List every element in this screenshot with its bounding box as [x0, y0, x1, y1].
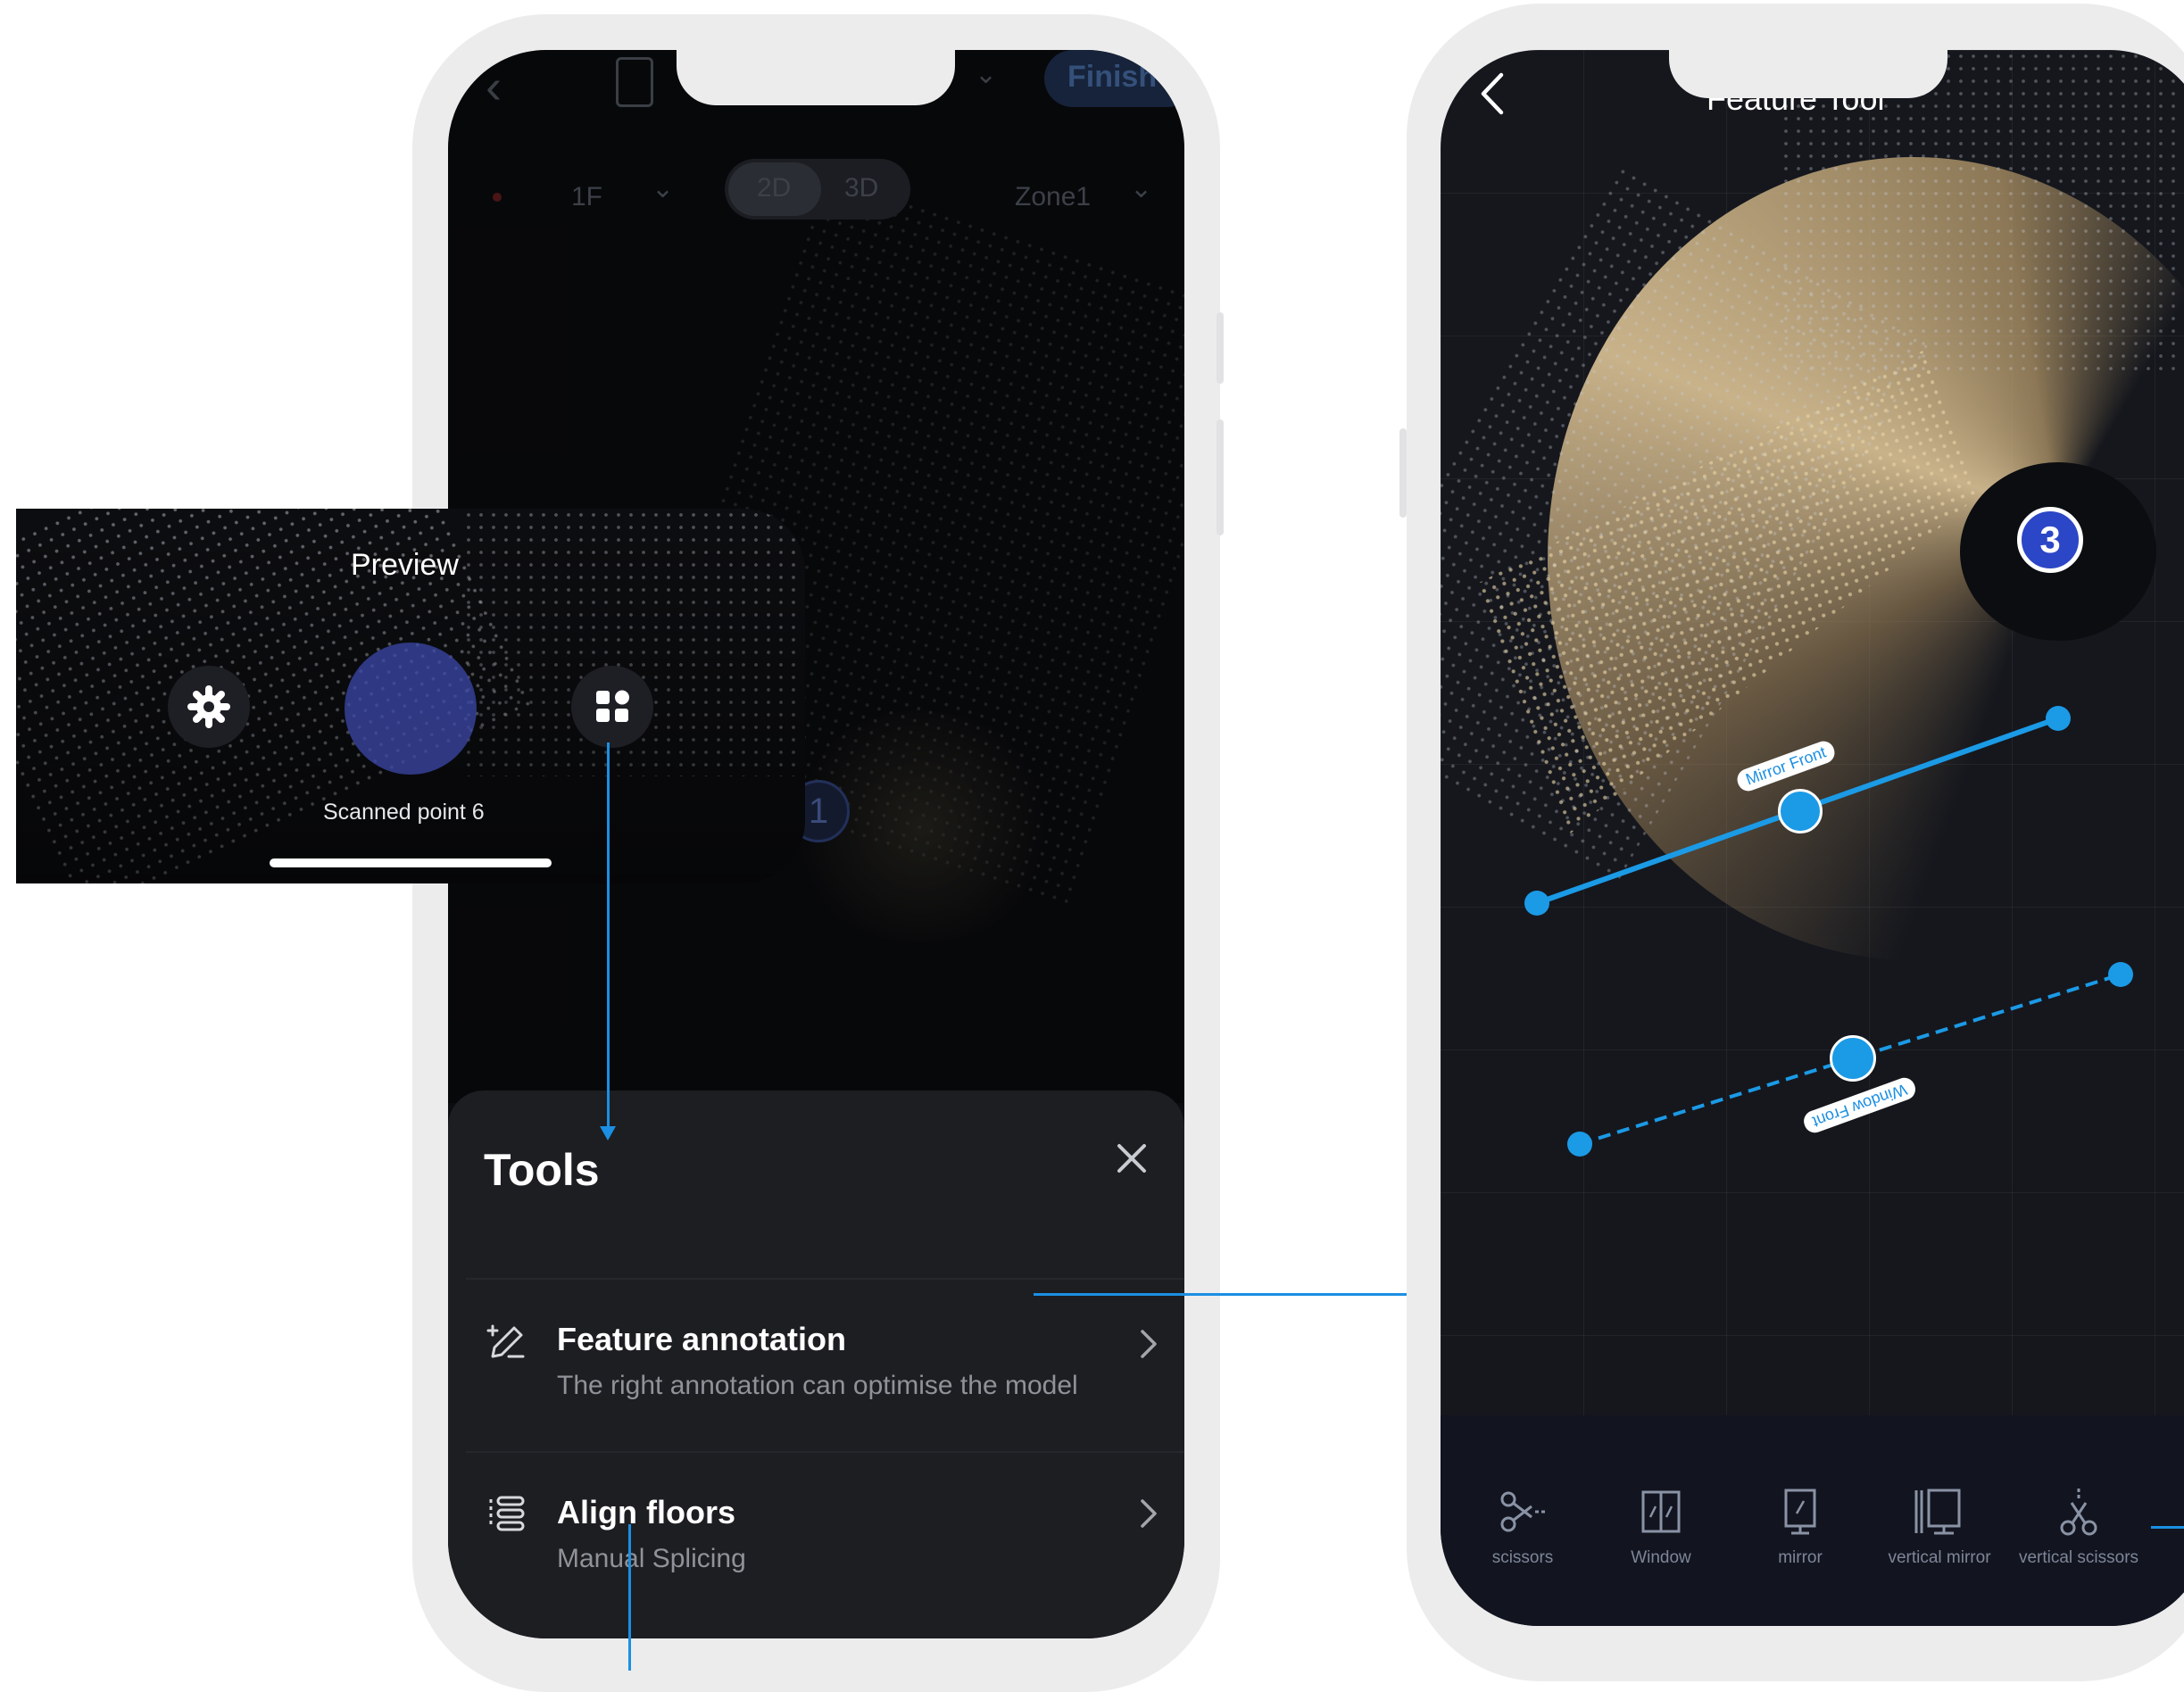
- tools-button[interactable]: [571, 666, 653, 748]
- tool-scissors[interactable]: scissors: [1447, 1487, 1599, 1568]
- battery-icon: [616, 57, 653, 107]
- feature-annotation-row[interactable]: Feature annotation The right annotation …: [448, 1280, 1184, 1451]
- view-2d-option[interactable]: 2D: [757, 173, 791, 203]
- feature-annotation-title: Feature annotation: [557, 1321, 847, 1357]
- align-floors-subtitle: Manual Splicing: [557, 1544, 746, 1573]
- connector-line: [607, 742, 610, 1135]
- tool-label: vertical mirror: [1888, 1548, 1991, 1567]
- feature-annotation-subtitle: The right annotation can optimise the mo…: [557, 1371, 1078, 1400]
- chevron-down-icon[interactable]: ⌄: [975, 59, 997, 90]
- mirror-annotation-icon[interactable]: [1778, 789, 1823, 834]
- preview-card: Preview Scanned point 6: [16, 509, 805, 883]
- settings-button[interactable]: [168, 666, 250, 748]
- mirror-icon: [1784, 1489, 1816, 1535]
- finish-button[interactable]: Finish: [1044, 50, 1184, 107]
- tool-label: Window: [1631, 1548, 1691, 1567]
- window-annotation-icon[interactable]: [1830, 1035, 1876, 1082]
- scanned-point-status: Scanned point 6: [323, 800, 485, 825]
- annotation-overlay: [1524, 706, 2133, 1157]
- connector-arrow: [600, 1126, 616, 1140]
- close-icon[interactable]: [1110, 1137, 1153, 1180]
- vertical-mirror-icon: [1914, 1489, 1961, 1535]
- gear-icon: [187, 685, 230, 728]
- phone-side-button: [1399, 428, 1407, 518]
- tool-vertical-mirror[interactable]: vertical mirror: [1864, 1487, 2015, 1568]
- tools-sheet: Tools Feature annotation The right annot…: [448, 1091, 1184, 1638]
- tool-label: mirror: [1778, 1548, 1823, 1567]
- scissors-icon: [1500, 1491, 1546, 1532]
- tool-vertical-scissors[interactable]: vertical scissors: [2003, 1487, 2155, 1568]
- tool-label: scissors: [1491, 1548, 1554, 1567]
- align-floors-title: Align floors: [557, 1494, 735, 1530]
- grid-apps-icon: [596, 690, 629, 722]
- tool-label: vertical scissors: [2018, 1548, 2139, 1567]
- back-chevron-icon[interactable]: ‹: [486, 59, 502, 114]
- pen-edit-icon: [486, 1321, 528, 1364]
- connector-line: [628, 1524, 631, 1671]
- view-mode-toggle[interactable]: 2D 3D: [725, 159, 910, 220]
- align-layers-icon: [486, 1492, 528, 1535]
- window-icon: [1641, 1490, 1681, 1533]
- preview-title: Preview: [351, 548, 459, 582]
- view-3d-option[interactable]: 3D: [844, 173, 878, 203]
- phone2-screen: 3 Mirror Front Window Front Feature Tool…: [1441, 50, 2184, 1626]
- connector-line: [2151, 1526, 2184, 1529]
- chevron-right-icon: [1135, 1496, 1162, 1531]
- phone-notch: [677, 50, 955, 105]
- tool-mirror[interactable]: mirror: [1724, 1487, 1876, 1568]
- back-chevron-icon[interactable]: [1476, 70, 1508, 118]
- vertical-scissors-icon: [2060, 1489, 2097, 1536]
- capture-button[interactable]: [345, 643, 477, 775]
- floor-select-chevron-icon[interactable]: ⌄: [652, 173, 674, 204]
- phone-side-button: [1217, 312, 1224, 384]
- chevron-right-icon: [1135, 1326, 1162, 1362]
- feature-toolbar: scissors Window mirror vertical mirror v…: [1441, 1415, 2184, 1626]
- phone-notch: [1669, 50, 1947, 98]
- tool-window[interactable]: Window: [1585, 1487, 1737, 1568]
- zone-select-chevron-icon[interactable]: ⌄: [1130, 173, 1152, 204]
- align-floors-row[interactable]: Align floors Manual Splicing: [448, 1453, 1184, 1624]
- phone-side-button: [1217, 419, 1224, 535]
- status-dot: [493, 193, 502, 202]
- connector-line: [1034, 1293, 1426, 1296]
- tools-sheet-title: Tools: [484, 1145, 600, 1195]
- zone-select-label[interactable]: Zone1: [1015, 182, 1091, 212]
- home-indicator: [270, 858, 552, 867]
- floor-select-label[interactable]: 1F: [571, 182, 602, 212]
